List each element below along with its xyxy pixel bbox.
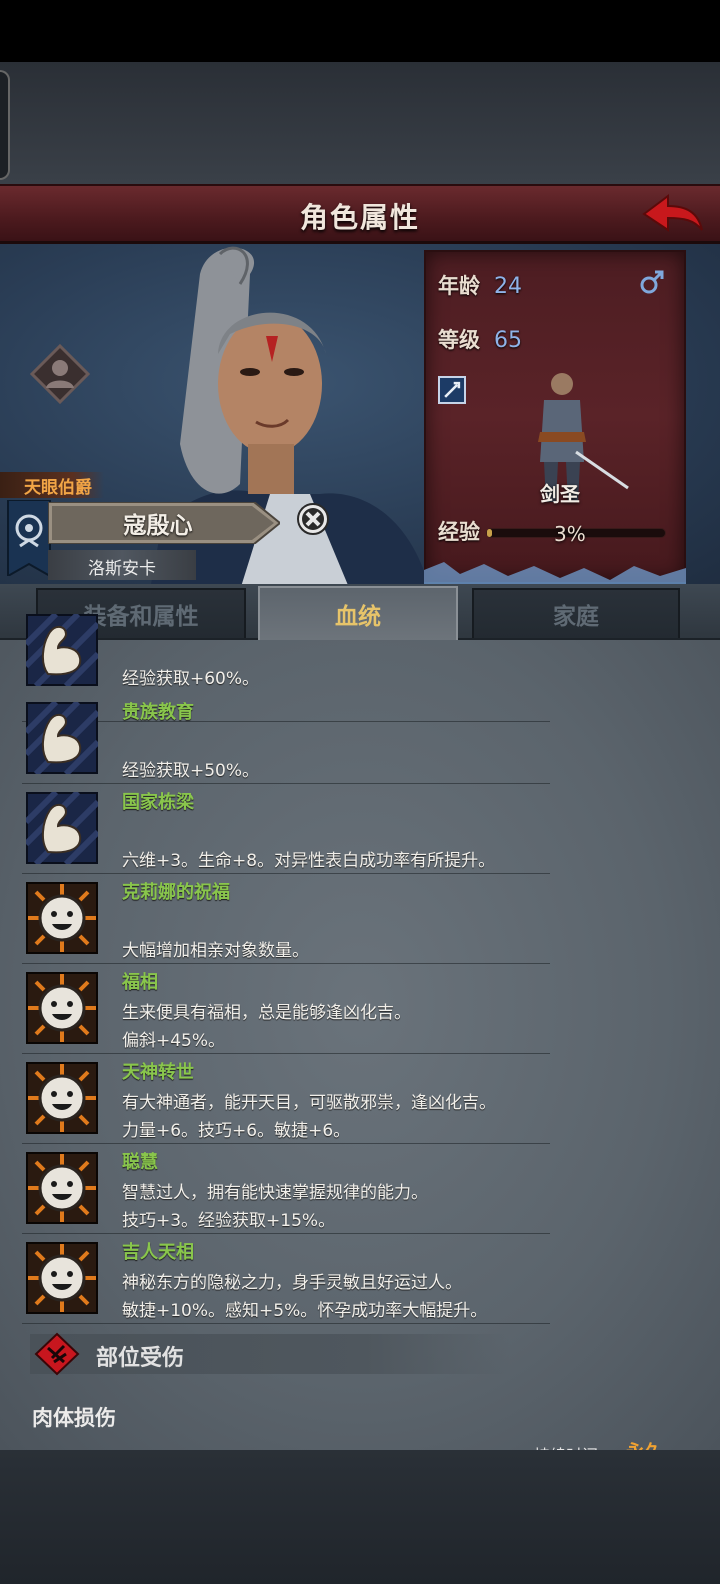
trait-description: 经验获取+50%。 <box>122 761 260 781</box>
trait-name: 贵族教育 <box>122 702 194 723</box>
exp-progress-fill <box>487 529 493 537</box>
flexed-arm-icon <box>23 611 101 689</box>
trait-description: 智慧过人，拥有能快速掌握规律的能力。 <box>122 1183 428 1203</box>
level-value: 65 <box>494 328 522 353</box>
trait-description: 有大神通者，能开天目，可驱散邪祟，逢凶化吉。 <box>122 1093 496 1113</box>
trait-row[interactable]: 克莉娜的祝福大幅增加相亲对象数量。 <box>0 874 720 964</box>
trait-description: 六维+3。生命+8。对异性表白成功率有所提升。 <box>122 851 496 871</box>
close-icon[interactable] <box>296 502 330 536</box>
trait-description: 敏捷+10%。感知+5%。怀孕成功率大幅提升。 <box>122 1301 488 1321</box>
injury-category: 肉体损伤 <box>32 1406 116 1430</box>
smiley-face-icon <box>26 1152 98 1224</box>
male-gender-icon <box>640 270 664 294</box>
class-name: 剑圣 <box>540 482 580 506</box>
page-title: 角色属性 <box>299 201 420 234</box>
tab-family[interactable]: 家庭 <box>472 588 680 638</box>
character-name[interactable]: 寇殷心 <box>48 506 268 540</box>
trait-row[interactable]: 贵族教育经验获取+50%。 <box>0 694 720 784</box>
age-value: 24 <box>494 274 522 299</box>
region-name: 洛斯安卡 <box>88 559 156 579</box>
bottom-area <box>0 1450 720 1584</box>
trait-row[interactable]: 国家栋梁六维+3。生命+8。对异性表白成功率有所提升。 <box>0 784 720 874</box>
background-band <box>0 62 720 184</box>
trait-name: 吉人天相 <box>122 1242 194 1263</box>
age-row: 年龄 24 <box>438 270 522 300</box>
trait-name: 国家栋梁 <box>122 792 194 813</box>
trait-description: 偏斜+45%。 <box>122 1031 226 1051</box>
level-label: 等级 <box>438 328 480 352</box>
exp-row: 经验 <box>438 516 480 546</box>
injury-section-label: 部位受伤 <box>96 1346 185 1371</box>
flexed-arm-icon <box>23 789 101 867</box>
level-row: 等级 65 <box>438 324 522 354</box>
trait-description: 生来便具有福相，总是能够逢凶化吉。 <box>122 1003 411 1023</box>
trait-description: 技巧+3。经验获取+15%。 <box>122 1211 336 1231</box>
trait-description: 大幅增加相亲对象数量。 <box>122 941 309 961</box>
warrior-emblem-icon <box>30 344 90 404</box>
age-label: 年龄 <box>438 274 480 298</box>
smiley-face-icon <box>26 882 98 954</box>
flexed-arm-icon <box>23 699 101 777</box>
exp-label: 经验 <box>438 520 480 544</box>
trait-name: 福相 <box>122 972 158 993</box>
smiley-face-icon <box>26 972 98 1044</box>
noble-title-text: 天眼伯爵 <box>24 478 92 498</box>
trait-description: 神秘东方的隐秘之力，身手灵敏且好运过人。 <box>122 1273 462 1293</box>
panel-torn-edge <box>424 562 686 586</box>
trait-row[interactable]: 福相生来便具有福相，总是能够逢凶化吉。 偏斜+45%。 <box>0 964 720 1054</box>
smiley-face-icon <box>26 1062 98 1134</box>
side-frame <box>0 70 10 180</box>
trait-name: 天神转世 <box>122 1062 194 1083</box>
trait-description: 力量+6。技巧+6。敏捷+6。 <box>122 1121 351 1141</box>
top-status-area <box>0 0 720 62</box>
smiley-face-icon <box>26 1242 98 1314</box>
exp-percent: 3% <box>554 522 586 546</box>
back-arrow-icon[interactable] <box>638 190 706 240</box>
trait-description: 经验获取+60%。 <box>122 669 260 689</box>
trait-row[interactable]: 聪慧智慧过人，拥有能快速掌握规律的能力。 技巧+3。经验获取+15%。 <box>0 1144 720 1234</box>
injury-icon <box>34 1332 80 1376</box>
sword-skill-icon[interactable] <box>438 376 466 404</box>
trait-name: 聪慧 <box>122 1152 158 1173</box>
family-crest-icon[interactable] <box>6 500 52 576</box>
trait-name: 克莉娜的祝福 <box>122 882 230 903</box>
title-bar: 角色属性 <box>0 184 720 244</box>
stats-panel: 年龄 24 等级 65 剑圣 经验 3% <box>424 250 686 582</box>
noble-title-tag: 天眼伯爵 <box>0 472 104 498</box>
row-divider <box>22 1323 550 1324</box>
trait-row[interactable]: 天神转世有大神通者，能开天目，可驱散邪祟，逢凶化吉。 力量+6。技巧+6。敏捷+6… <box>0 1054 720 1144</box>
trait-row[interactable]: 吉人天相神秘东方的隐秘之力，身手灵敏且好运过人。敏捷+10%。感知+5%。怀孕成… <box>0 1234 720 1324</box>
